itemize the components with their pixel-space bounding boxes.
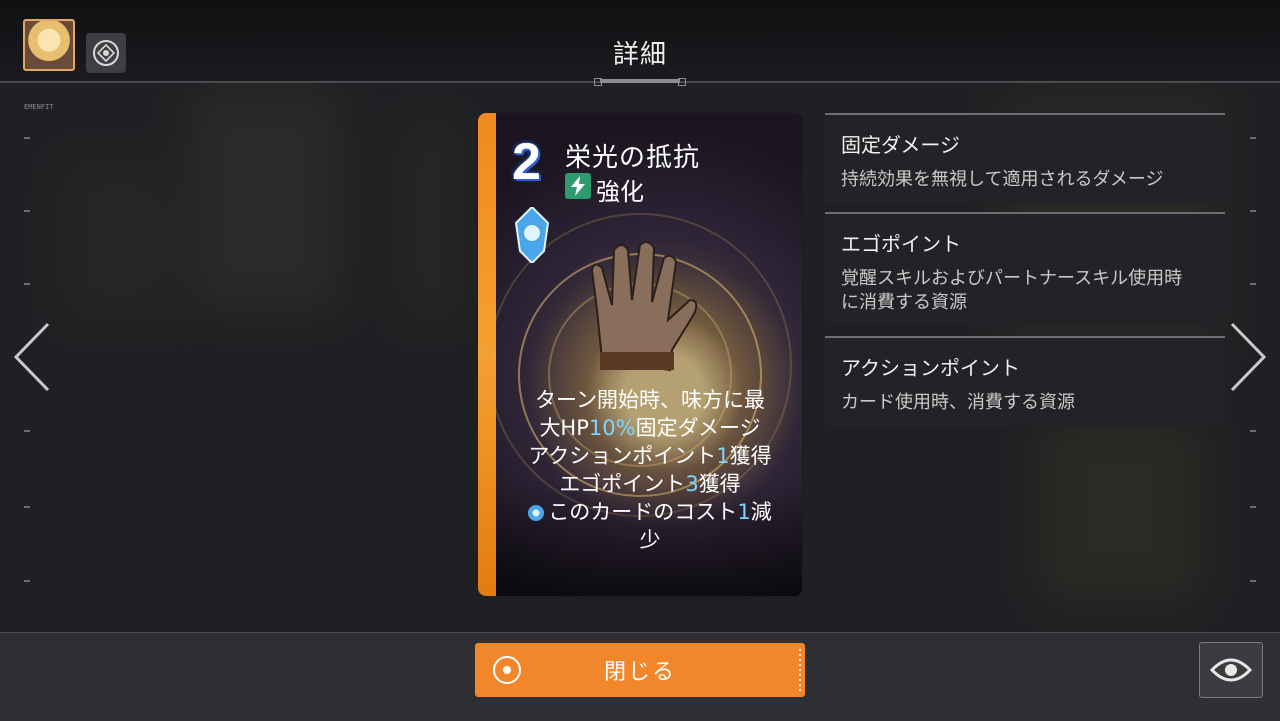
header-center-accent [600, 79, 680, 83]
target-icon [93, 40, 119, 66]
decor-label: EMENFIT [24, 103, 54, 111]
circle-dot-icon [493, 656, 521, 684]
desc-line: 大HP10%固定ダメージ [539, 416, 761, 440]
ruler-tick [24, 210, 30, 212]
avatar[interactable] [23, 19, 75, 71]
prev-button[interactable] [10, 320, 54, 394]
card-name: 栄光の抵抗 [565, 143, 701, 173]
close-button[interactable]: 閉じる [475, 643, 805, 697]
glossary-title: 固定ダメージ [841, 133, 960, 157]
header-accent-mark [594, 78, 602, 86]
chevron-left-icon [13, 322, 50, 392]
ruler-tick [24, 506, 30, 508]
glossary-desc: 覚醒スキルおよびパートナースキル使用時 に消費する資源 [841, 268, 1183, 313]
card-cost: 2 [512, 133, 541, 191]
desc-line: アクションポイント1獲得 [528, 444, 772, 468]
header-accent-mark [678, 78, 686, 86]
view-toggle-button[interactable] [1199, 642, 1263, 698]
ego-small-icon [528, 505, 545, 521]
glossary-fixed-damage: 固定ダメージ 持続効果を無視して適用されるダメージ [825, 113, 1225, 203]
desc-line: ターン開始時、味方に最 [535, 388, 765, 412]
hand-illustration [590, 241, 698, 372]
eye-icon [1210, 658, 1252, 682]
ruler-tick [1250, 283, 1256, 285]
ruler-tick [1250, 506, 1256, 508]
card-description: ターン開始時、味方に最 大HP10%固定ダメージ アクションポイント1獲得 エゴ… [498, 386, 802, 554]
close-button-label: 閉じる [603, 660, 676, 685]
target-button[interactable] [86, 33, 126, 73]
ruler-tick [1250, 210, 1256, 212]
ruler-tick [24, 283, 30, 285]
ruler-tick [1250, 580, 1256, 582]
blue-gem-icon [514, 207, 550, 263]
card-type: 強化 [596, 178, 644, 206]
close-button-decor [799, 649, 801, 691]
glossary-desc: 持続効果を無視して適用されるダメージ [841, 169, 1164, 190]
page-title: 詳細 [612, 40, 667, 70]
desc-line: エゴポイント3獲得 [559, 472, 741, 496]
ruler-tick [1250, 137, 1256, 139]
glossary-action-point: アクションポイント カード使用時、消費する資源 [825, 336, 1225, 426]
next-button[interactable] [1226, 320, 1270, 394]
glossary-ego-point: エゴポイント 覚醒スキルおよびパートナースキル使用時 に消費する資源 [825, 212, 1225, 326]
glossary-desc: カード使用時、消費する資源 [841, 392, 1075, 413]
glossary-title: アクションポイント [841, 356, 1020, 380]
ruler-tick [24, 137, 30, 139]
glossary-title: エゴポイント [841, 232, 961, 256]
ruler-tick [24, 580, 30, 582]
desc-line: このカードのコスト1減 [498, 498, 802, 526]
ruler-tick [1250, 430, 1256, 432]
desc-line: 少 [639, 528, 661, 552]
ruler-tick [24, 430, 30, 432]
chevron-right-icon [1230, 322, 1267, 392]
lightning-icon [565, 173, 591, 199]
